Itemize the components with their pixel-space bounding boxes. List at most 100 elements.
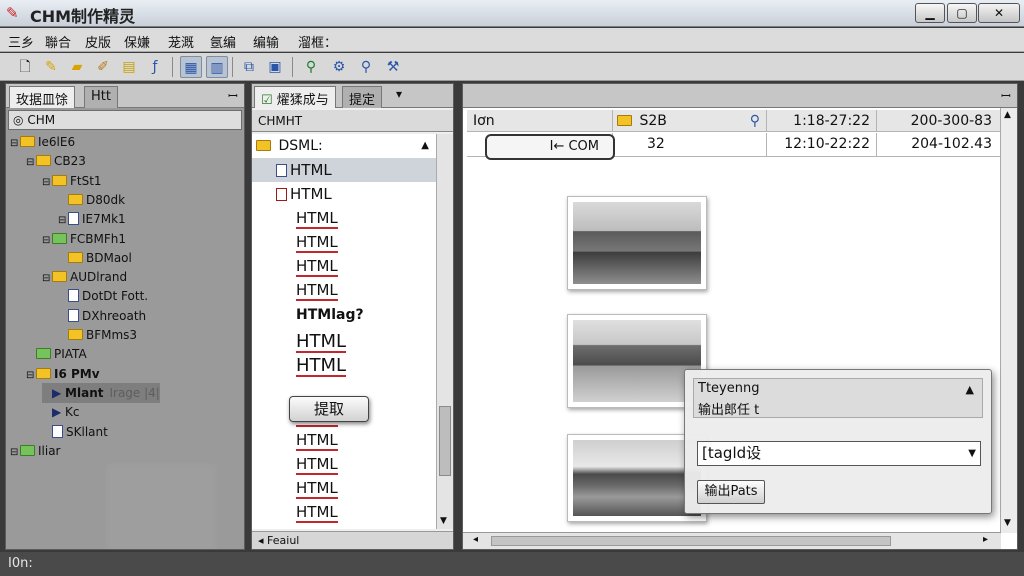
list-item[interactable]: HTML xyxy=(252,230,437,254)
open-file-icon[interactable]: ✎ xyxy=(40,56,62,78)
scroll-right-icon[interactable]: ▸ xyxy=(983,534,988,545)
page-icon[interactable]: ▥ xyxy=(206,56,228,78)
tree-item[interactable]: SKllant xyxy=(42,422,108,442)
tree-item[interactable]: ▶ Mlant Irage |4| xyxy=(42,382,160,403)
output-button[interactable]: 输出Pats xyxy=(697,480,765,504)
zoom-icon[interactable]: ⚲ xyxy=(355,56,377,78)
list-item[interactable]: HTML xyxy=(252,452,437,476)
pin-icon[interactable]: ꟷ xyxy=(228,87,238,104)
scroll-left-icon[interactable]: ◂ xyxy=(473,534,478,545)
tab-html[interactable]: Htt xyxy=(84,86,118,108)
right-horizontal-scrollbar[interactable]: ◂ ▸ xyxy=(463,532,1001,549)
list-item[interactable]: HTMlag? xyxy=(252,302,437,326)
table-row[interactable]: I← COM 32 12:10-22:22 204-102.43 xyxy=(467,133,1003,160)
tree-item-label: CB23 xyxy=(54,154,86,169)
mid-footer-bar[interactable]: ◂ Feaiul xyxy=(252,531,453,549)
table-row[interactable]: Iơn S2B ⚲ 1:18-27:22 200-300-83 xyxy=(467,110,1003,132)
settings-icon[interactable]: ⚙ xyxy=(328,56,350,78)
address-bar[interactable]: ◎ CHM xyxy=(8,110,242,130)
list-item[interactable]: HTML xyxy=(252,254,437,278)
collapse-icon[interactable]: ▲ xyxy=(421,134,429,158)
list-item[interactable]: HTML xyxy=(252,476,437,500)
list-item[interactable]: HTML xyxy=(252,330,437,354)
tree-item[interactable]: BFMms3 xyxy=(58,325,137,345)
copy-icon[interactable]: ⧉ xyxy=(238,56,260,78)
scroll-left-icon[interactable]: ◂ xyxy=(258,534,264,547)
list-item[interactable]: HTML xyxy=(252,158,437,182)
menu-item-1[interactable]: 三乡 xyxy=(8,32,34,51)
chevron-down-icon[interactable]: ▼ xyxy=(968,442,976,465)
scroll-thumb[interactable] xyxy=(439,406,451,476)
tab-more-icon[interactable]: ▾ xyxy=(396,87,402,101)
edit-icon[interactable]: ✐ xyxy=(92,56,114,78)
menu-item-7[interactable]: 编输 xyxy=(253,32,279,51)
tree-item[interactable]: ⊟ Ie6lE6 xyxy=(10,132,75,152)
tree-item[interactable]: ⊟ I6 PMv xyxy=(26,364,100,384)
extract-popup-button[interactable]: 提取 xyxy=(289,396,369,422)
layout-icon[interactable]: ▦ xyxy=(180,56,202,78)
list-item[interactable]: HTML xyxy=(252,182,437,206)
tree-item[interactable]: ⊟ FCBMFh1 xyxy=(42,229,126,249)
tree-item[interactable]: D80dk xyxy=(58,190,125,210)
tree-item[interactable]: ▶ Kc xyxy=(42,402,80,422)
list-item[interactable]: HTML xyxy=(252,428,437,452)
mid-vertical-scrollbar[interactable]: ▼ xyxy=(436,134,453,529)
menu-item-5[interactable]: 茏溉 xyxy=(168,32,194,51)
tree-item[interactable]: ⊟ IE7Mk1 xyxy=(58,209,126,229)
list-item-label: HTML xyxy=(296,503,338,523)
collapse-icon[interactable]: ▲ xyxy=(966,383,974,396)
scroll-down-icon[interactable]: ▼ xyxy=(1004,518,1011,528)
tree-item[interactable]: BDMaol xyxy=(58,248,132,268)
expand-toggle-icon[interactable]: ⊟ xyxy=(42,231,52,251)
scroll-thumb[interactable] xyxy=(491,536,891,546)
tree-item[interactable]: DotDt Fott. xyxy=(58,286,148,306)
expand-toggle-icon[interactable]: ⊟ xyxy=(42,173,52,193)
close-button[interactable]: ✕ xyxy=(978,3,1020,23)
tab-generate[interactable]: ☑ 燿猱成与 xyxy=(254,86,336,108)
minimize-button[interactable]: ▁ xyxy=(915,3,945,23)
tab-data[interactable]: 玫据皿馀 xyxy=(9,86,76,108)
building-photo[interactable] xyxy=(567,196,707,290)
scroll-up-icon[interactable]: ▲ xyxy=(1004,110,1011,120)
name-dropdown[interactable]: I← COM xyxy=(485,134,615,160)
menu-item-4[interactable]: 保嫌 xyxy=(124,32,150,51)
expand-toggle-icon[interactable]: ⊟ xyxy=(10,443,20,463)
output-select[interactable]: [tagld设 ▼ xyxy=(697,441,981,466)
tree-item[interactable]: ⊟ Iliar xyxy=(10,441,61,461)
menu-item-3[interactable]: 皮版 xyxy=(85,32,111,51)
scroll-down-icon[interactable]: ▼ xyxy=(440,516,447,526)
expand-toggle-icon[interactable]: ⊟ xyxy=(42,269,52,289)
right-vertical-scrollbar[interactable]: ▲ ▼ xyxy=(1000,108,1017,533)
save-icon[interactable]: ▣ xyxy=(264,56,286,78)
expand-toggle-icon[interactable]: ⊟ xyxy=(10,134,20,154)
new-file-icon[interactable]: 🗋 xyxy=(14,56,36,78)
expand-toggle-icon[interactable]: ⊟ xyxy=(26,153,36,173)
function-icon[interactable]: ƒ xyxy=(144,56,166,78)
tree-item[interactable]: DXhreoath xyxy=(58,306,146,326)
list-root[interactable]: DSML: ▲ xyxy=(252,134,437,158)
tree-item[interactable]: PIATA xyxy=(26,344,87,364)
document-icon[interactable]: ▤ xyxy=(118,56,140,78)
search-icon[interactable]: ⚲ xyxy=(300,56,322,78)
tools-icon[interactable]: ⚒ xyxy=(382,56,404,78)
tree-item[interactable]: ⊟ FtSt1 xyxy=(42,171,102,191)
tab-extract[interactable]: 提定 xyxy=(342,86,383,108)
list-item[interactable]: HTML xyxy=(252,500,437,524)
list-item[interactable]: HTML xyxy=(252,354,437,378)
maximize-button[interactable]: ▢ xyxy=(947,3,977,23)
search-icon[interactable]: ⚲ xyxy=(750,110,760,132)
menu-item-6[interactable]: 氬编 xyxy=(210,32,236,51)
menu-item-2[interactable]: 聯合 xyxy=(45,32,71,51)
left-tab-header: 玫据皿馀 Htt ꟷ xyxy=(6,84,244,108)
tree-item-label: FCBMFh1 xyxy=(70,231,127,246)
expand-toggle-icon[interactable]: ⊟ xyxy=(26,366,36,386)
open-folder-icon[interactable]: ▰ xyxy=(66,56,88,78)
list-item[interactable]: HTML xyxy=(252,278,437,302)
document-icon xyxy=(52,424,63,438)
middle-panel: ☑ 燿猱成与 提定 ▾ CHMHT DSML: ▲ HTML HTML HTML HT… xyxy=(251,83,454,550)
list-item[interactable]: HTML xyxy=(252,206,437,230)
pin-icon[interactable]: ꟷ xyxy=(1001,87,1011,104)
tree-item[interactable]: ⊟ CB23 xyxy=(26,151,86,171)
menu-item-8[interactable]: 溜框： xyxy=(298,32,337,51)
tree-item[interactable]: ⊟ AUDlrand xyxy=(42,267,127,287)
